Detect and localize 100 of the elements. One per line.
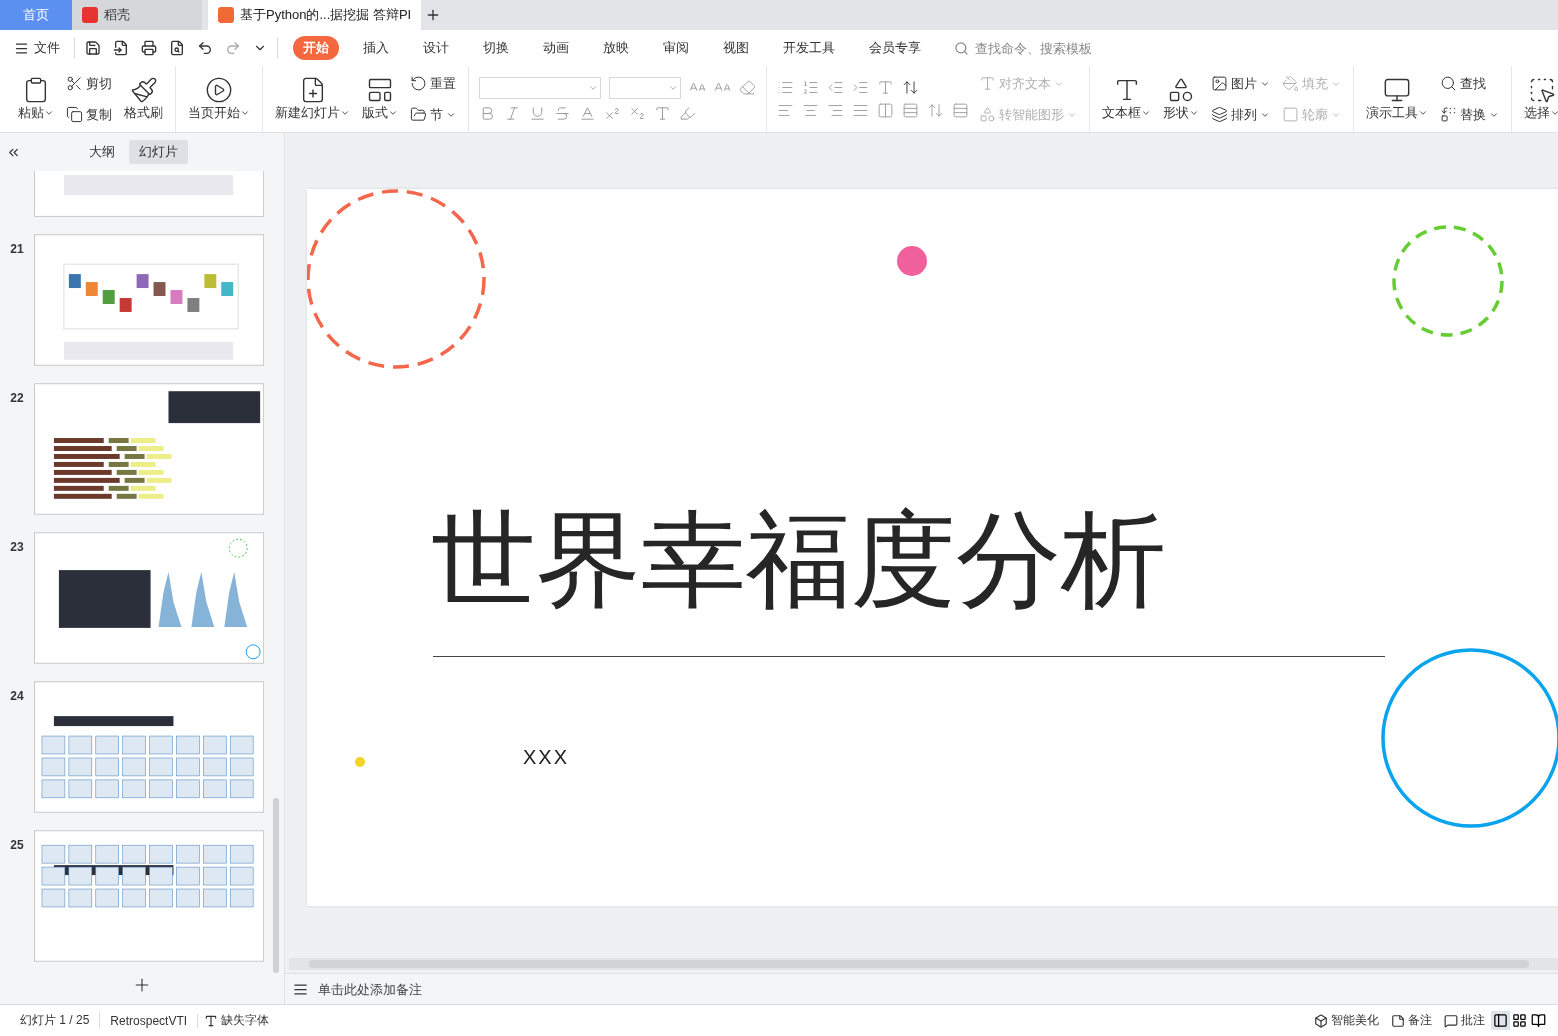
ribbon-button[interactable]: 版式: [360, 72, 400, 126]
sort-icon[interactable]: [902, 79, 919, 96]
indent-icon[interactable]: [852, 79, 869, 96]
search-icon: [1440, 75, 1457, 92]
slide-thumbnail[interactable]: [33, 171, 264, 217]
save-icon[interactable]: [85, 40, 101, 56]
beautify-button[interactable]: 智能美化: [1308, 1010, 1385, 1031]
ribbon-button[interactable]: 选择: [1522, 72, 1558, 126]
missing-font-button[interactable]: 缺失字体: [198, 1010, 276, 1031]
grid-view-button[interactable]: [1510, 1011, 1529, 1030]
print-icon[interactable]: [141, 40, 157, 56]
font-size-field[interactable]: [609, 76, 681, 99]
line-spacing-icon[interactable]: [902, 102, 919, 119]
ribbon-button[interactable]: 演示工具: [1364, 72, 1430, 126]
slide-number: 23: [9, 539, 25, 554]
strikethrough-icon[interactable]: [554, 104, 571, 122]
comments-button[interactable]: 批注: [1438, 1010, 1491, 1031]
ribbon-button[interactable]: 剪切: [64, 72, 114, 95]
normal-view-button[interactable]: [1491, 1011, 1510, 1030]
slide-number: 25: [9, 837, 25, 852]
export-icon[interactable]: [113, 40, 129, 56]
layout-icon: [366, 76, 394, 104]
ribbon-button[interactable]: 当页开始: [186, 72, 252, 126]
preview-icon[interactable]: [169, 40, 185, 56]
bullet-list-icon[interactable]: [777, 79, 794, 96]
eraser-icon[interactable]: [739, 79, 756, 96]
ribbon-tab[interactable]: 会员专享: [859, 36, 931, 60]
ribbon-tab[interactable]: 插入: [353, 36, 399, 60]
ribbon-button[interactable]: 格式刷: [122, 72, 165, 126]
ribbon-tab[interactable]: 视图: [713, 36, 759, 60]
ribbon-button[interactable]: 形状: [1161, 72, 1201, 126]
undo-icon[interactable]: [197, 40, 213, 56]
search-field[interactable]: 查找命令、搜索模板: [973, 39, 1117, 57]
font-icon: [204, 1013, 219, 1028]
ribbon-tab[interactable]: 放映: [593, 36, 639, 60]
slide-thumbnail[interactable]: [33, 234, 264, 366]
note-icon: [1391, 1013, 1405, 1028]
ribbon-button[interactable]: 复制: [64, 103, 114, 126]
underline-icon[interactable]: [529, 104, 546, 122]
scrollbar[interactable]: [289, 958, 1558, 970]
columns-icon[interactable]: [877, 102, 894, 119]
redo-icon[interactable]: [225, 40, 241, 56]
reset-icon: [410, 75, 427, 92]
ribbon-button[interactable]: 文本框: [1100, 72, 1153, 126]
align-left-icon[interactable]: [777, 102, 794, 119]
ribbon-button[interactable]: 排列: [1209, 103, 1272, 126]
outdent-icon[interactable]: [827, 79, 844, 96]
slide-number: 24: [9, 688, 25, 703]
theme-name: RetrospectVTI: [100, 1013, 199, 1028]
book-icon: [1531, 1013, 1546, 1028]
slide-number: 21: [9, 241, 25, 256]
panel-tab[interactable]: 幻灯片: [129, 140, 188, 164]
document-tab[interactable]: 稻壳: [72, 0, 202, 30]
notes-button[interactable]: 备注: [1385, 1010, 1438, 1031]
ribbon-button[interactable]: 图片: [1209, 72, 1272, 95]
slide-title: 世界幸福度分析: [431, 498, 1166, 623]
play-icon: [205, 76, 233, 104]
reading-view-button[interactable]: [1529, 1011, 1548, 1030]
justify-icon[interactable]: [852, 102, 869, 119]
document-tab[interactable]: 基于Python的...据挖掘 答辩PI: [208, 0, 422, 30]
slide-thumbnail[interactable]: [33, 383, 264, 515]
spacing-icon[interactable]: [927, 102, 944, 119]
monitor-icon: [1383, 76, 1411, 104]
ribbon-tab[interactable]: 开发工具: [773, 36, 845, 60]
italic-icon[interactable]: [504, 104, 521, 122]
align-center-icon[interactable]: [802, 102, 819, 119]
ribbon-tab[interactable]: 设计: [413, 36, 459, 60]
shapes-icon: [1167, 76, 1195, 104]
dot: [355, 757, 365, 767]
font-name-field[interactable]: [479, 76, 601, 99]
ribbon-button[interactable]: 重置: [408, 72, 458, 95]
ribbon-button[interactable]: 粘贴: [16, 72, 56, 126]
ribbon-button[interactable]: 新建幻灯片: [273, 72, 352, 126]
font-color-icon[interactable]: [579, 104, 596, 122]
ribbon-tab[interactable]: 审阅: [653, 36, 699, 60]
slide-thumbnail[interactable]: [33, 681, 264, 813]
slide-thumbnail[interactable]: [33, 532, 264, 664]
image-icon: [1211, 75, 1228, 92]
presentation-icon: [218, 7, 234, 23]
panel-tab[interactable]: 大纲: [79, 140, 125, 164]
ribbon-tab[interactable]: 切换: [473, 36, 519, 60]
dot: [897, 246, 927, 276]
ribbon-tab[interactable]: 动画: [533, 36, 579, 60]
notes-field[interactable]: 单击此处添加备注: [316, 980, 620, 998]
slide-thumbnail[interactable]: [33, 830, 264, 962]
ribbon-button[interactable]: 节: [408, 103, 458, 126]
paragraph-spacing-icon[interactable]: [952, 102, 969, 119]
ribbon-button[interactable]: 查找: [1438, 72, 1501, 95]
grid-icon: [1512, 1013, 1527, 1028]
align-right-icon[interactable]: [827, 102, 844, 119]
highlighter-icon[interactable]: [679, 104, 696, 122]
fill-icon: [1282, 75, 1299, 92]
slide-count: 幻灯片 1 / 25: [10, 1012, 101, 1029]
file-menu[interactable]: 文件: [10, 36, 64, 60]
search-icon[interactable]: [954, 40, 969, 56]
replace-icon: [1440, 106, 1457, 123]
ribbon-button[interactable]: 替换: [1438, 103, 1501, 126]
select-icon: [1528, 76, 1556, 104]
numbered-list-icon[interactable]: [802, 79, 819, 96]
smart-shape-icon: [979, 106, 996, 123]
